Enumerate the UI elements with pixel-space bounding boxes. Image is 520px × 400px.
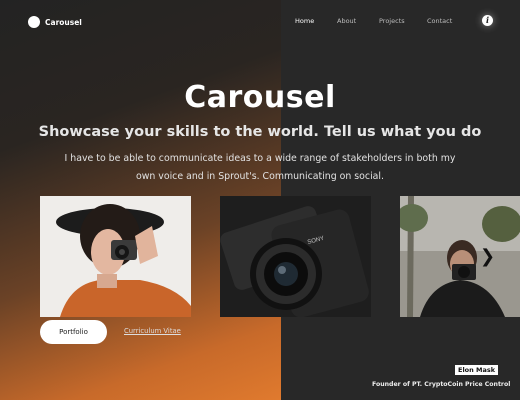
hero-description: I have to be able to communicate ideas t… bbox=[64, 153, 456, 182]
nav-item-contact[interactable]: Contact bbox=[427, 17, 452, 25]
nav-item-about[interactable]: About bbox=[337, 17, 356, 25]
nav-item-projects[interactable]: Projects bbox=[379, 17, 405, 25]
man-with-camera-photo bbox=[400, 196, 520, 317]
carousel-slide-1[interactable] bbox=[40, 196, 191, 317]
chevron-right-icon[interactable]: ❯ bbox=[480, 248, 495, 266]
carousel-slide-3[interactable] bbox=[400, 196, 520, 317]
info-icon[interactable]: i bbox=[482, 15, 493, 26]
profile-role: Founder of PT. CryptoCoin Price Control bbox=[372, 381, 511, 388]
circle-logo-icon bbox=[28, 16, 40, 28]
brand-name: Carousel bbox=[45, 17, 82, 27]
profile-name-badge: Elon Mask bbox=[455, 365, 499, 375]
carousel-slide-2[interactable]: SONY bbox=[220, 196, 371, 317]
camera-closeup-photo: SONY bbox=[220, 196, 371, 317]
hero-subtitle: Showcase your skills to the world. Tell … bbox=[38, 124, 482, 140]
portfolio-button[interactable]: Portfolio bbox=[40, 320, 107, 344]
curriculum-vitae-link[interactable]: Curriculum Vitae bbox=[124, 327, 181, 335]
brand-logo[interactable]: Carousel bbox=[28, 16, 82, 28]
hero-title: Carousel bbox=[184, 80, 336, 115]
top-navbar: Carousel Home About Projects Contact i bbox=[0, 0, 520, 44]
woman-with-camera-photo bbox=[40, 196, 191, 317]
nav-item-home[interactable]: Home bbox=[295, 17, 314, 25]
